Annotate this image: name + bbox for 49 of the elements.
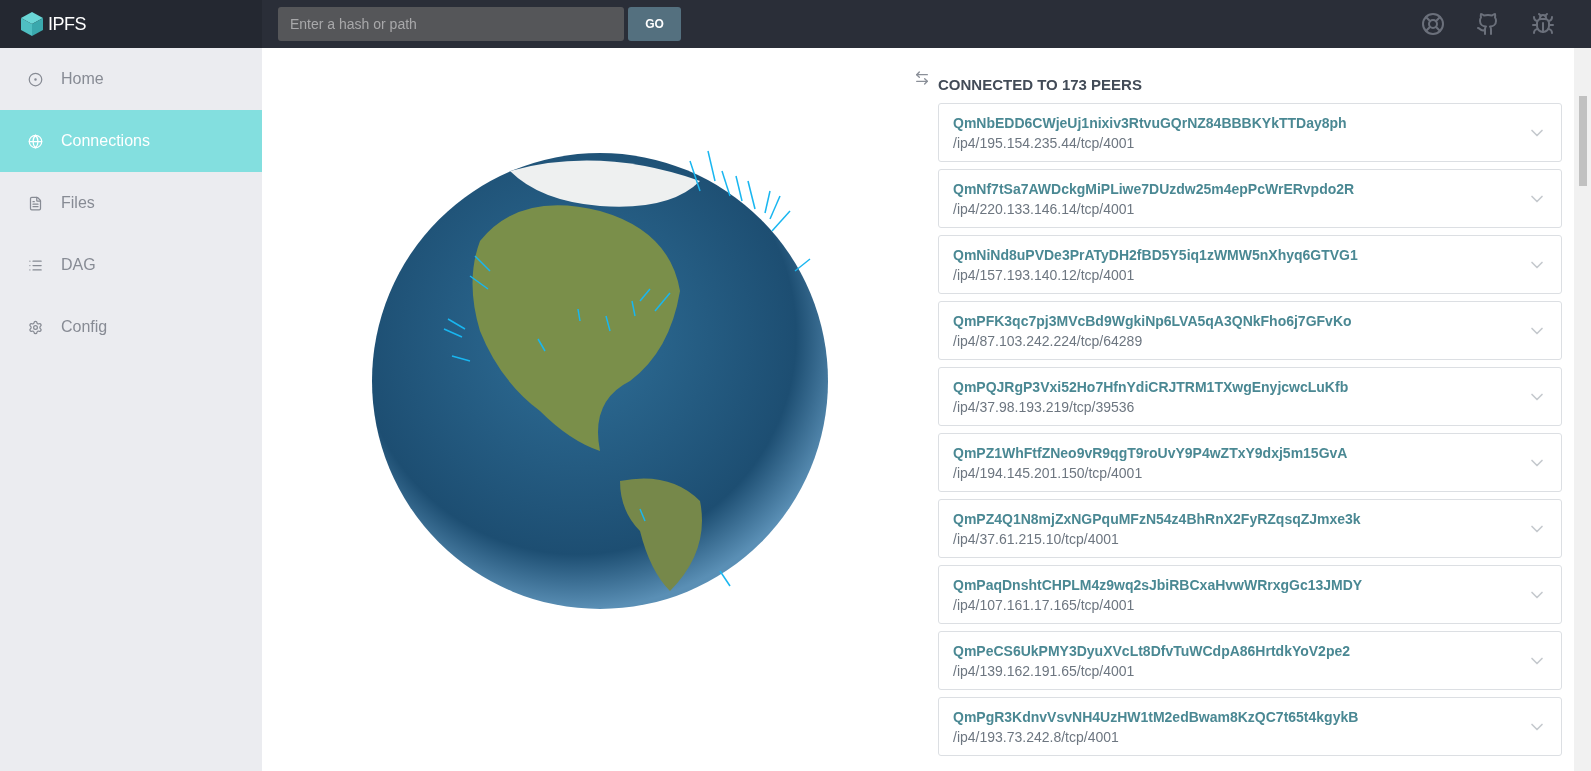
peers-heading: CONNECTED TO 173 PEERS — [938, 76, 1143, 93]
peer-id: QmPZ4Q1N8mjZxNGPquMFzN54z4BhRnX2FyRZqsqZJmxe3k — [953, 510, 1362, 527]
peer-address: /ip4/107.161.17.165/tcp/4001 — [953, 596, 1136, 613]
scrollbar[interactable] — [1574, 48, 1591, 771]
bug-icon[interactable] — [1531, 12, 1555, 36]
peer-id: QmPaqDnshtCHPLM4z9wq2sJbiRBCxaHvwWRrxgGc13JMDY — [953, 576, 1364, 593]
globe-icon — [28, 133, 43, 149]
swap-icon[interactable] — [914, 70, 930, 86]
peer-id: QmNiNd8uPVDe3PrATyDH2fBD5Y5iq1zWMW5nXhyq6GTVG1 — [953, 246, 1359, 263]
cube-logo-icon — [20, 11, 44, 37]
peer-address: /ip4/193.73.242.8/tcp/4001 — [953, 728, 1120, 745]
github-icon[interactable] — [1476, 12, 1500, 36]
peer-address: /ip4/157.193.140.12/tcp/4001 — [953, 266, 1136, 283]
peer-card[interactable]: QmPeCS6UkPMY3DyuXVcLt8DfvTuWCdpA86HrtdkYoV2pe2 /ip4/139.162.191.65/tcp/4001 — [938, 631, 1562, 690]
peer-card[interactable]: QmNf7tSa7AWDckgMiPLiwe7DUzdw25m4epPcWrERvpdo2R /ip4/220.133.146.14/tcp/4001 — [938, 169, 1562, 228]
logo-text: IPFS — [48, 13, 86, 35]
nav-item[interactable]: Home — [0, 48, 262, 110]
peer-address: /ip4/195.154.235.44/tcp/4001 — [953, 134, 1136, 151]
peer-id: QmPgR3KdnvVsvNH4UzHW1tM2edBwam8KzQC7t65t4kgykB — [953, 708, 1360, 725]
lifebuoy-icon[interactable] — [1421, 12, 1445, 36]
peer-card[interactable]: QmPgR3KdnvVsvNH4UzHW1tM2edBwam8KzQC7t65t4kgykB /ip4/193.73.242.8/tcp/4001 — [938, 697, 1562, 756]
peer-card[interactable]: QmNbEDD6CWjeUj1nixiv3RtvuGQrNZ84BBBKYkTTDay8ph /ip4/195.154.235.44/tcp/4001 — [938, 103, 1562, 162]
peer-id: QmPQJRgP3Vxi52Ho7HfnYdiCRJTRM1TXwgEnyjcwcLuKfb — [953, 378, 1350, 395]
peer-address: /ip4/37.98.193.219/tcp/39536 — [953, 398, 1136, 415]
list-icon — [28, 257, 43, 273]
peer-card[interactable]: QmPZ1WhFtfZNeo9vR9qgT9roUvY9P4wZTxY9dxj5m15GvA /ip4/194.145.201.150/tcp/4001 — [938, 433, 1562, 492]
peer-id: QmNf7tSa7AWDckgMiPLiwe7DUzdw25m4epPcWrERvpdo2R — [953, 180, 1356, 197]
peer-id: QmNbEDD6CWjeUj1nixiv3RtvuGQrNZ84BBBKYkTTDay8ph — [953, 114, 1348, 131]
peer-id: QmPeCS6UkPMY3DyuXVcLt8DfvTuWCdpA86HrtdkYoV2pe2 — [953, 642, 1352, 659]
peer-card[interactable]: QmPFK3qc7pj3MVcBd9WgkiNp6LVA5qA3QNkFho6j7GFvKo /ip4/87.103.242.224/tcp/64289 — [938, 301, 1562, 360]
peer-address: /ip4/194.145.201.150/tcp/4001 — [953, 464, 1144, 481]
peer-card[interactable]: QmPQJRgP3Vxi52Ho7HfnYdiCRJTRM1TXwgEnyjcwcLuKfb /ip4/37.98.193.219/tcp/39536 — [938, 367, 1562, 426]
peer-address: /ip4/87.103.242.224/tcp/64289 — [953, 332, 1144, 349]
nav-item[interactable]: Files — [0, 172, 262, 234]
nav-item[interactable]: DAG — [0, 234, 262, 296]
peer-card[interactable]: QmPaqDnshtCHPLM4z9wq2sJbiRBCxaHvwWRrxgGc13JMDY /ip4/107.161.17.165/tcp/4001 — [938, 565, 1562, 624]
file-icon — [28, 195, 43, 211]
peer-card[interactable]: QmNiNd8uPVDe3PrATyDH2fBD5Y5iq1zWMW5nXhyq6GTVG1 /ip4/157.193.140.12/tcp/4001 — [938, 235, 1562, 294]
search-field[interactable]: Enter a hash or path — [278, 7, 624, 41]
peer-address: /ip4/139.162.191.65/tcp/4001 — [953, 662, 1136, 679]
peer-card[interactable]: QmPZ4Q1N8mjZxNGPquMFzN54z4BhRnX2FyRZqsqZJmxe3k /ip4/37.61.215.10/tcp/4001 — [938, 499, 1562, 558]
peer-id: QmPZ1WhFtfZNeo9vR9qgT9roUvY9P4wZTxY9dxj5m15GvA — [953, 444, 1349, 461]
settings-icon — [28, 319, 43, 335]
peer-id: QmPFK3qc7pj3MVcBd9WgkiNp6LVA5qA3QNkFho6j7GFvKo — [953, 312, 1353, 329]
peer-address: /ip4/220.133.146.14/tcp/4001 — [953, 200, 1136, 217]
go-button[interactable]: GO — [628, 7, 681, 41]
peer-address: /ip4/37.61.215.10/tcp/4001 — [953, 530, 1120, 547]
home-icon — [28, 71, 43, 87]
nav-item[interactable]: Config — [0, 296, 262, 358]
